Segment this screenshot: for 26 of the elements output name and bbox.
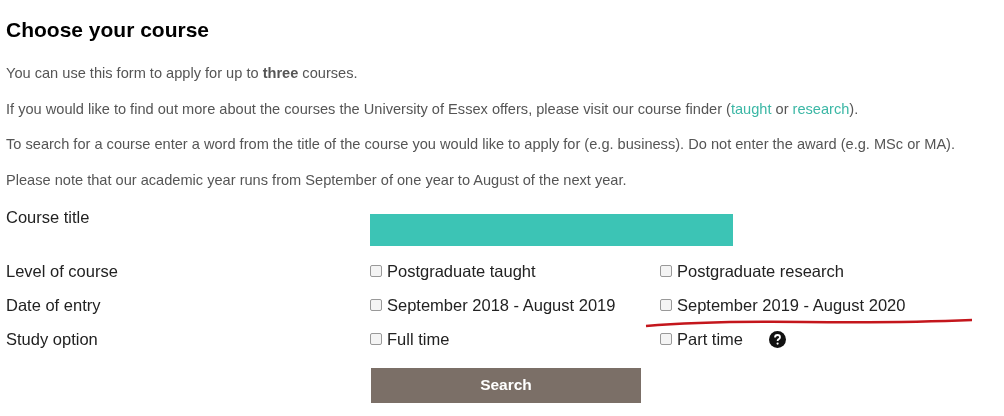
checkbox[interactable]: [370, 265, 382, 277]
help-icon[interactable]: [769, 330, 786, 348]
paragraph: You can use this form to apply for up to three courses.: [6, 64, 359, 83]
option-label: Postgraduate research: [677, 261, 844, 281]
option-label: Postgraduate taught: [387, 261, 536, 281]
checkbox[interactable]: [660, 333, 672, 345]
paragraph: Please note that our academic year runs from September of one year to August of the next year.: [6, 170, 628, 190]
checkbox[interactable]: [660, 265, 672, 277]
option-label: Full time: [387, 329, 450, 349]
input-field[interactable]: [370, 214, 733, 246]
option-label: September 2019 - August 2020: [677, 295, 906, 315]
field-label: Date of entry: [6, 295, 102, 315]
link[interactable]: taught: [730, 100, 772, 117]
search-button[interactable]: Search: [371, 367, 641, 403]
field-label: Course title: [6, 207, 91, 227]
paragraph: If you would like to find out more about the courses the University of Essex offers, please visit our course finder (taught or research).: [6, 99, 860, 119]
field-label: Study option: [6, 329, 99, 349]
option-label: September 2018 - August 2019: [387, 295, 616, 315]
checkbox[interactable]: [370, 333, 382, 345]
checkbox[interactable]: [660, 299, 672, 311]
paragraph: To search for a course enter a word from the title of the course you would like to apply for (e.g. business). Do not enter the award (e.g. MSc or MA).: [6, 135, 957, 154]
page-heading: Choose your course: [6, 18, 211, 42]
link[interactable]: research: [792, 100, 850, 117]
field-label: Level of course: [6, 261, 119, 281]
checkbox[interactable]: [370, 299, 382, 311]
option-label: Part time: [677, 329, 744, 349]
